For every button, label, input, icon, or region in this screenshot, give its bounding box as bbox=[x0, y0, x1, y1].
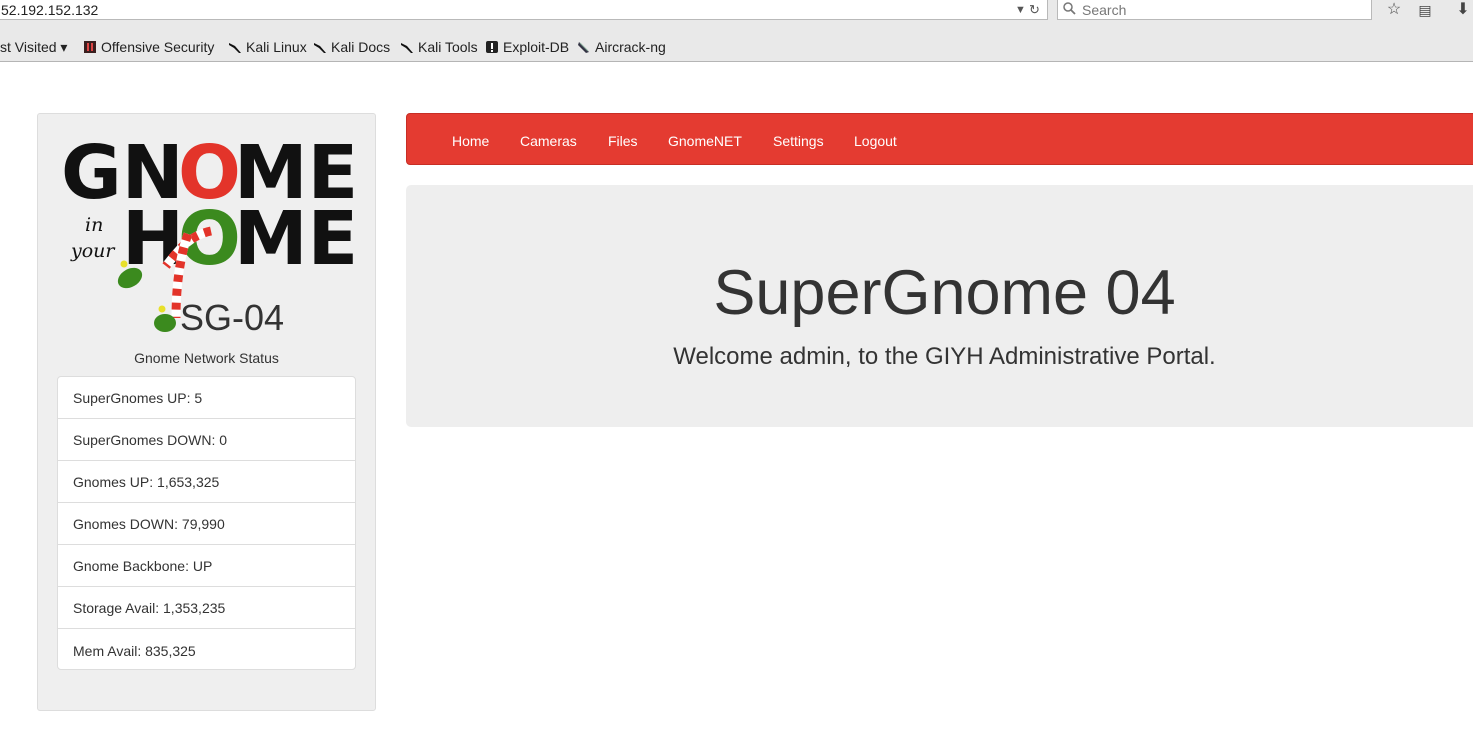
main-navbar: Home Cameras Files GnomeNET Settings Log… bbox=[406, 113, 1473, 165]
kali-dragon-icon bbox=[400, 40, 414, 54]
nav-files[interactable]: Files bbox=[608, 114, 638, 164]
offensive-security-icon bbox=[83, 40, 97, 54]
bookmark-most-visited[interactable]: st Visited ▾ bbox=[0, 38, 67, 56]
search-placeholder: Search bbox=[1082, 2, 1127, 18]
status-mem-avail: Mem Avail: 835,325 bbox=[73, 643, 196, 659]
bookmark-kali-tools[interactable]: Kali Tools bbox=[400, 38, 478, 56]
nav-settings[interactable]: Settings bbox=[773, 114, 824, 164]
nav-logout[interactable]: Logout bbox=[854, 114, 897, 164]
exploit-db-icon bbox=[485, 40, 499, 54]
url-text: 52.192.152.132 bbox=[1, 2, 99, 18]
reading-list-icon[interactable]: ▤ bbox=[1414, 0, 1436, 20]
bookmark-exploit-db[interactable]: Exploit-DB bbox=[485, 38, 569, 56]
status-supergnomes-up: SuperGnomes UP: 5 bbox=[58, 377, 355, 419]
browser-toolbar: 52.192.152.132 ▼ ↻ Search ☆ ▤ ⬇ bbox=[0, 0, 1473, 24]
bookmark-star-icon[interactable]: ☆ bbox=[1383, 0, 1405, 20]
welcome-banner: SuperGnome 04 Welcome admin, to the GIYH… bbox=[406, 185, 1473, 427]
bookmarks-toolbar: st Visited ▾ Offensive Security Kali Lin… bbox=[0, 24, 1473, 62]
bookmark-offensive-security[interactable]: Offensive Security bbox=[83, 38, 214, 56]
bookmark-aircrack-ng[interactable]: Aircrack-ng bbox=[577, 38, 666, 56]
nav-gnomenet[interactable]: GnomeNET bbox=[668, 114, 742, 164]
address-bar[interactable]: 52.192.152.132 ▼ ↻ bbox=[0, 0, 1048, 20]
nav-home[interactable]: Home bbox=[452, 114, 489, 164]
status-supergnomes-down: SuperGnomes DOWN: 0 bbox=[58, 419, 355, 461]
kali-dragon-icon bbox=[228, 40, 242, 54]
status-gnomes-up: Gnomes UP: 1,653,325 bbox=[58, 461, 355, 503]
dropdown-arrow-icon[interactable]: ▼ bbox=[1015, 0, 1026, 20]
status-storage-avail: Storage Avail: 1,353,235 bbox=[58, 587, 355, 629]
status-gnomes-down: Gnomes DOWN: 79,990 bbox=[58, 503, 355, 545]
svg-text:ME: ME bbox=[234, 196, 358, 282]
download-icon[interactable]: ⬇ bbox=[1452, 0, 1473, 20]
svg-text:your: your bbox=[70, 240, 116, 262]
reload-icon[interactable]: ↻ bbox=[1029, 0, 1040, 20]
kali-dragon-icon bbox=[313, 40, 327, 54]
status-title: Gnome Network Status bbox=[134, 350, 279, 366]
bookmark-kali-docs[interactable]: Kali Docs bbox=[313, 38, 390, 56]
status-gnome-backbone: Gnome Backbone: UP bbox=[58, 545, 355, 587]
aircrack-icon bbox=[577, 40, 591, 54]
svg-text:in: in bbox=[85, 214, 103, 236]
nav-cameras[interactable]: Cameras bbox=[520, 114, 577, 164]
search-input[interactable]: Search bbox=[1057, 0, 1372, 20]
sidebar-panel: GN O ME in your H O ME SG-04 Gnome Netwo… bbox=[37, 113, 376, 711]
device-id-heading: SG-04 bbox=[180, 297, 285, 338]
status-list: SuperGnomes UP: 5 SuperGnomes DOWN: 0 Gn… bbox=[57, 376, 356, 670]
search-icon bbox=[1063, 0, 1076, 20]
bookmark-kali-linux[interactable]: Kali Linux bbox=[228, 38, 307, 56]
page-title: SuperGnome 04 bbox=[713, 258, 1176, 328]
welcome-message: Welcome admin, to the GIYH Administrativ… bbox=[673, 343, 1216, 370]
